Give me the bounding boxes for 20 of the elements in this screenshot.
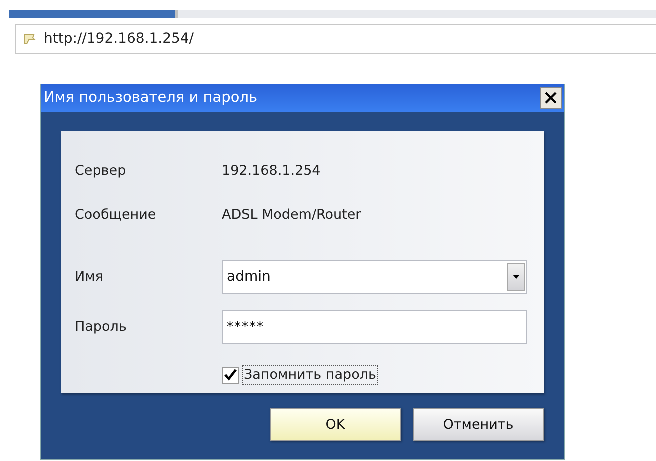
dropdown-button[interactable] — [507, 263, 525, 291]
checkbox-label[interactable]: Запомнить пароль — [242, 365, 378, 385]
field-label: Пароль — [75, 319, 128, 335]
field-value: ADSL Modem/Router — [222, 207, 362, 223]
field-label: Имя — [75, 269, 104, 285]
close-icon — [545, 92, 557, 104]
username-combo[interactable]: admin — [222, 260, 527, 294]
window-title: Имя пользователя и пароль — [44, 90, 258, 106]
field-value: 192.168.1.254 — [222, 163, 321, 179]
close-button[interactable] — [540, 87, 562, 109]
caret-icon — [512, 275, 520, 279]
ok-button[interactable]: OK — [270, 408, 401, 441]
remember-checkbox[interactable] — [222, 366, 239, 384]
field-label: Сервер — [75, 163, 128, 179]
page-icon — [24, 34, 36, 44]
address-bar[interactable]: http://192.168.1.254/ — [15, 24, 656, 54]
password-field[interactable]: ***** — [222, 310, 527, 344]
address-text: http://192.168.1.254/ — [44, 31, 194, 47]
field-label: Сообщение — [75, 207, 158, 223]
cancel-button[interactable]: Отменить — [413, 408, 544, 441]
